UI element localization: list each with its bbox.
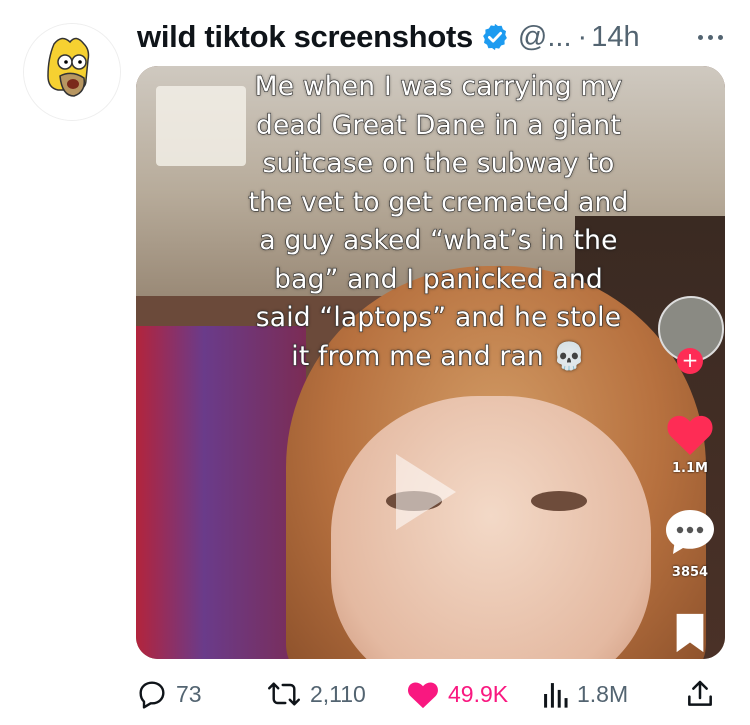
retweet-count: 2,110 xyxy=(310,680,366,707)
tiktok-bookmark-icon xyxy=(676,613,704,653)
profile-avatar[interactable] xyxy=(23,23,121,121)
more-icon[interactable] xyxy=(690,22,730,52)
tiktok-comment-icon xyxy=(666,510,714,554)
share-button[interactable] xyxy=(684,672,716,716)
separator-dot: · xyxy=(577,20,588,53)
tweet-timestamp[interactable]: 14h xyxy=(591,21,639,54)
reply-button[interactable]: 73 xyxy=(136,672,202,716)
retweet-icon xyxy=(267,682,301,706)
tiktok-comment-count: 3854 xyxy=(671,565,709,580)
tweet-media-video[interactable]: Me when I was carrying my dead Great Dan… xyxy=(136,66,725,659)
caption-line: the vet to get cremated and xyxy=(248,186,629,218)
tiktok-heart-icon xyxy=(667,415,713,455)
display-name[interactable]: wild tiktok screenshots xyxy=(137,19,473,55)
views-icon xyxy=(544,683,568,708)
caption-line: dead Great Dane in a giant xyxy=(255,109,622,141)
caption-line: bag” and I panicked and xyxy=(274,263,604,295)
share-icon xyxy=(688,680,712,706)
like-button[interactable]: 49.9K xyxy=(406,672,508,716)
caption-line: suitcase on the subway to xyxy=(262,147,615,179)
reply-icon xyxy=(139,681,165,709)
verified-badge-icon xyxy=(483,23,507,51)
like-icon xyxy=(408,682,438,709)
views-button[interactable]: 1.8M xyxy=(541,672,628,716)
tweet-action-bar: 73 2,110 49.9K 1.8M xyxy=(136,672,725,716)
tiktok-plus-icon: + xyxy=(677,348,703,374)
caption-line: it from me and ran 💀 xyxy=(291,340,586,372)
user-handle[interactable]: @... xyxy=(518,21,572,54)
reply-count: 73 xyxy=(176,680,202,707)
play-icon[interactable] xyxy=(396,454,456,530)
caption-line: said “laptops” and he stole xyxy=(255,301,622,333)
video-caption: Me when I was carrying my dead Great Dan… xyxy=(176,68,701,376)
tiktok-like-count: 1.1M xyxy=(672,461,708,476)
tweet-header: wild tiktok screenshots @... · 14h xyxy=(137,12,734,62)
caption-line: a guy asked “what’s in the xyxy=(259,224,618,256)
like-count: 49.9K xyxy=(448,680,509,707)
caption-line: Me when I was carrying my xyxy=(254,70,623,102)
homer-avatar-icon xyxy=(24,24,120,120)
views-count: 1.8M xyxy=(577,680,629,707)
retweet-button[interactable]: 2,110 xyxy=(266,672,366,716)
